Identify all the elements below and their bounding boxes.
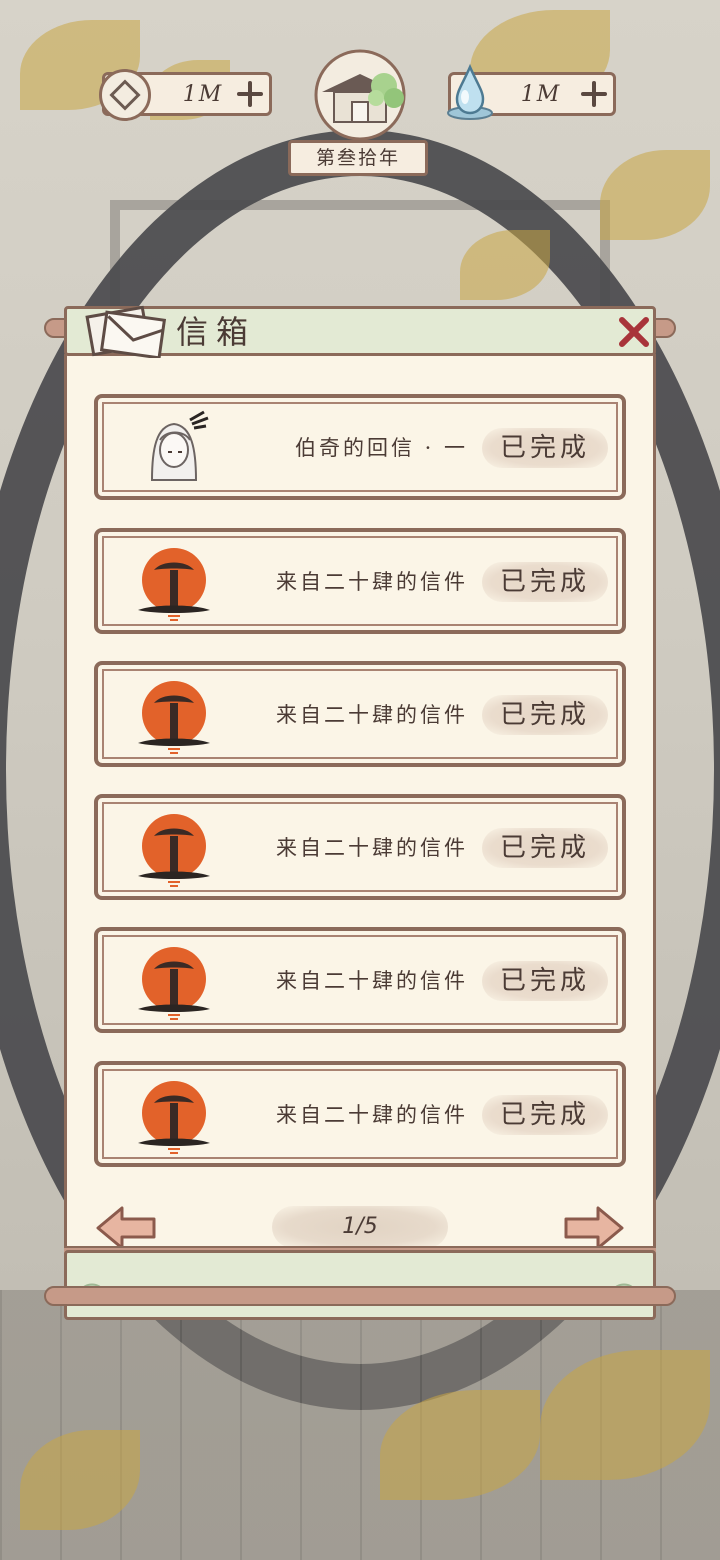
orange-sun-seal-icon bbox=[138, 947, 210, 1020]
orange-sun-seal-icon bbox=[138, 1081, 210, 1154]
envelope-icon bbox=[85, 305, 167, 358]
add-coins-button[interactable] bbox=[237, 81, 263, 107]
mailbox-title: 信箱 bbox=[176, 313, 257, 351]
letter-row[interactable]: 来自二十肆的信件 已完成 bbox=[94, 661, 626, 767]
orange-sun-seal-icon bbox=[138, 681, 210, 754]
status-badge: 已完成 bbox=[482, 961, 608, 1001]
scroll-rod-bottom bbox=[44, 1286, 676, 1306]
close-button[interactable] bbox=[614, 312, 654, 352]
next-page-arrow-icon[interactable] bbox=[562, 1204, 626, 1252]
character-portrait-icon bbox=[150, 410, 209, 481]
letter-row[interactable]: 伯奇的回信 · 一已完成 bbox=[94, 394, 626, 500]
status-badge: 已完成 bbox=[482, 428, 608, 468]
letter-row[interactable]: 来自二十肆的信件 已完成 bbox=[94, 1061, 626, 1167]
mailbox-footer bbox=[64, 1250, 656, 1320]
coin-value: 1M bbox=[182, 82, 224, 107]
status-badge: 已完成 bbox=[482, 828, 608, 868]
add-essence-button[interactable] bbox=[581, 81, 607, 107]
letter-title: 来自二十肆的信件 bbox=[276, 836, 468, 860]
pavilion-emblem-icon bbox=[314, 49, 406, 140]
essence-value: 1M bbox=[520, 82, 562, 107]
letter-title: 来自二十肆的信件 bbox=[276, 703, 468, 727]
letter-row[interactable]: 来自二十肆的信件 已完成 bbox=[94, 927, 626, 1033]
letter-title: 来自二十肆的信件 bbox=[276, 969, 468, 993]
year-label: 第叁拾年 bbox=[288, 140, 428, 176]
essence-counter: 1M bbox=[447, 63, 616, 120]
letter-title: 伯奇的回信 · 一 bbox=[294, 436, 468, 460]
coin-icon bbox=[99, 69, 151, 121]
coin-counter: 1M bbox=[99, 69, 272, 121]
orange-sun-seal-icon bbox=[138, 548, 210, 621]
orange-sun-seal-icon bbox=[138, 814, 210, 887]
status-badge: 已完成 bbox=[482, 562, 608, 602]
status-badge: 已完成 bbox=[482, 695, 608, 735]
previous-page-arrow-icon[interactable] bbox=[94, 1204, 158, 1252]
page-indicator: 1/5 bbox=[272, 1206, 448, 1248]
letter-title: 来自二十肆的信件 bbox=[276, 570, 468, 594]
water-drop-icon bbox=[447, 63, 493, 120]
letter-row[interactable]: 来自二十肆的信件 已完成 bbox=[94, 794, 626, 900]
letter-row[interactable]: 来自二十肆的信件 已完成 bbox=[94, 528, 626, 634]
status-badge: 已完成 bbox=[482, 1095, 608, 1135]
letter-title: 来自二十肆的信件 bbox=[276, 1103, 468, 1127]
